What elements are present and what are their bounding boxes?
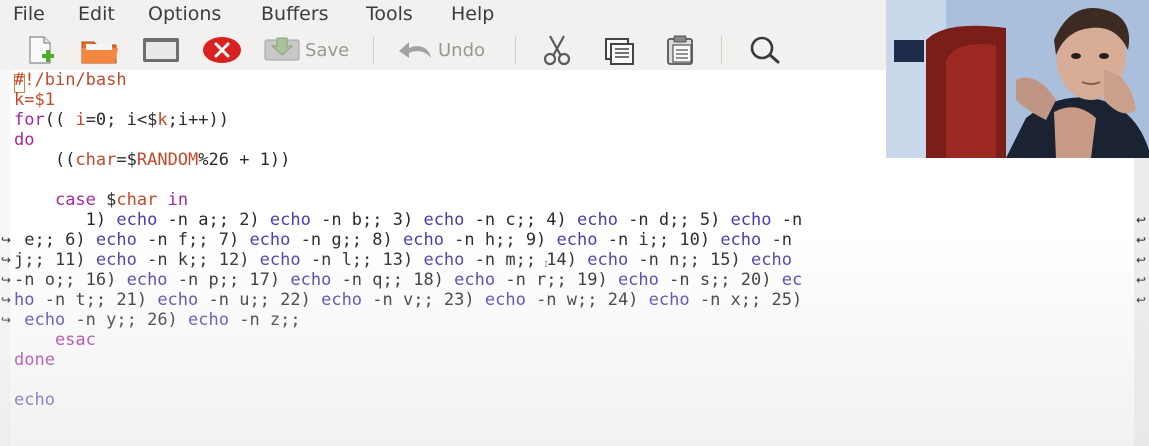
save-label: Save [305, 39, 350, 61]
undo-button[interactable]: Undo [395, 34, 485, 66]
menu-edit[interactable]: Edit [78, 3, 115, 25]
code-line-8-wrap-2: e;; 6) echo -n f;; 7) echo -n g;; 8) ech… [14, 230, 803, 250]
paste-icon [667, 35, 693, 65]
code-line-10: done [14, 350, 55, 370]
code-line-4: do [14, 130, 35, 150]
webcam-overlay [886, 0, 1149, 158]
menu-help[interactable]: Help [451, 3, 494, 25]
code-line-3: for(( i=0; i<$k;i++)) [14, 110, 230, 130]
dired-button[interactable] [141, 34, 181, 66]
wrap-arrow-right-icon: ↩ [1136, 233, 1147, 247]
copy-button[interactable] [601, 34, 637, 66]
toolbar-separator [373, 36, 374, 64]
menu-tools[interactable]: Tools [366, 3, 413, 25]
code-line-12: echo [14, 390, 55, 410]
open-folder-icon [81, 41, 118, 64]
menu-buffers[interactable]: Buffers [261, 3, 329, 25]
code-line-2: k=$1 [14, 90, 55, 110]
ibeam-cursor-icon [545, 261, 547, 267]
close-button[interactable] [202, 34, 242, 66]
cut-button[interactable] [539, 34, 575, 66]
dired-window-icon [143, 38, 179, 62]
open-button[interactable] [80, 34, 120, 66]
code-line-8-wrap-4: -n o;; 16) echo -n p;; 17) echo -n q;; 1… [14, 270, 803, 290]
code-line-9: esac [14, 330, 96, 350]
copy-icon [605, 38, 634, 65]
paste-button[interactable] [662, 34, 698, 66]
search-icon [750, 36, 780, 64]
wrap-arrow-left-icon: ↪ [1, 313, 12, 327]
wrap-arrow-left-icon: ↪ [1, 233, 12, 247]
wrap-arrow-left-icon: ↪ [1, 273, 12, 287]
webcam-presenter-image [886, 0, 1149, 158]
code-line-7: case $char in [54, 190, 189, 210]
code-line-8-wrap-1: 1) echo -n a;; 2) echo -n b;; 3) echo -n… [14, 210, 803, 230]
save-icon [264, 37, 300, 61]
undo-icon [399, 42, 431, 58]
code-line-8-wrap-6: echo -n y;; 26) echo -n z;; [24, 310, 301, 330]
wrap-arrow-right-icon: ↩ [1136, 213, 1147, 227]
code-line-8-wrap-5: ho -n t;; 21) echo -n u;; 22) echo -n v;… [14, 290, 803, 310]
menu-file[interactable]: File [13, 3, 45, 25]
code-line-8-wrap-3: j;; 11) echo -n k;; 12) echo -n l;; 13) … [14, 250, 792, 270]
wrap-arrow-right-icon: ↩ [1136, 273, 1147, 287]
wrap-arrow-right-icon: ↩ [1136, 253, 1147, 267]
wrap-arrow-right-icon: ↩ [1136, 293, 1147, 307]
menu-options[interactable]: Options [148, 3, 221, 25]
search-button[interactable] [745, 34, 783, 66]
toolbar-separator [515, 36, 516, 64]
new-file-button[interactable] [22, 34, 58, 66]
toolbar-separator [721, 36, 722, 64]
undo-label: Undo [438, 39, 486, 61]
cut-icon [543, 35, 571, 66]
close-icon [203, 37, 241, 63]
wrap-arrow-left-icon: ↪ [1, 253, 12, 267]
code-line-5: ((char=$RANDOM%26 + 1)) [14, 150, 291, 170]
new-file-icon [29, 36, 54, 64]
code-line-1: #!/bin/bash [14, 70, 127, 90]
wrap-arrow-left-icon: ↪ [1, 293, 12, 307]
save-button[interactable]: Save [262, 34, 349, 66]
